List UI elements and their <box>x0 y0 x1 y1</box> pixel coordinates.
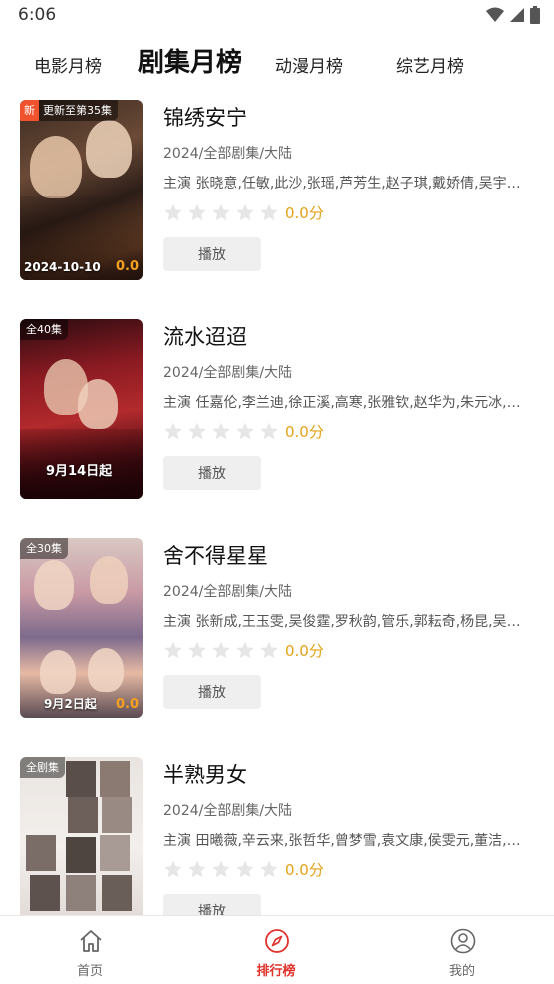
episode-badge: 全30集 <box>26 542 62 555</box>
rating-stars <box>163 859 279 879</box>
rating-stars <box>163 421 279 441</box>
rating-stars <box>163 640 279 660</box>
poster-date: 2024-10-10 <box>24 260 101 274</box>
item-title[interactable]: 舍不得星星 <box>163 540 268 570</box>
poster-image[interactable]: 全30集 9月2日起 0.0 <box>20 538 143 718</box>
item-score: 0.0分 <box>285 861 324 879</box>
star-icon <box>164 422 182 440</box>
screen: 6:06 电影月榜 剧集月榜 动漫月榜 综艺月榜 新 更新至第35集 2024-… <box>0 0 554 984</box>
star-icon <box>236 422 254 440</box>
new-badge: 新 <box>20 100 39 121</box>
poster-image[interactable]: 全40集 9月14日起 <box>20 319 143 499</box>
rating-stars <box>163 202 279 222</box>
nav-profile[interactable]: 我的 <box>402 916 522 984</box>
compass-icon <box>265 929 289 953</box>
star-icon <box>236 860 254 878</box>
star-icon <box>188 860 206 878</box>
nav-ranking[interactable]: 排行榜 <box>216 916 336 984</box>
tab-anime-monthly[interactable]: 动漫月榜 <box>275 42 343 86</box>
item-title[interactable]: 锦绣安宁 <box>163 102 247 132</box>
poster-date: 9月14日起 <box>46 464 113 479</box>
poster-score: 0.0 <box>115 259 139 274</box>
status-time: 6:06 <box>18 5 57 25</box>
nav-profile-label: 我的 <box>448 964 475 979</box>
item-score: 0.0分 <box>285 642 324 660</box>
item-meta: 2024/全部剧集/大陆 <box>163 146 293 162</box>
poster-badge: 全剧集 <box>20 757 65 778</box>
poster-badge: 全40集 <box>20 319 68 340</box>
list-item[interactable]: 全剧集 半熟男女 2024/全部剧集/大陆 主演 田曦薇,辛云来,张哲华,曾梦雪… <box>0 755 554 937</box>
episode-badge: 更新至第35集 <box>43 104 112 117</box>
nav-home-label: 首页 <box>76 964 103 979</box>
star-icon <box>212 860 230 878</box>
star-icon <box>188 641 206 659</box>
status-icons <box>486 6 540 24</box>
tab-movie-monthly[interactable]: 电影月榜 <box>34 42 102 86</box>
poster-score: 0.0 <box>115 697 139 712</box>
play-button[interactable]: 播放 <box>163 456 261 490</box>
star-icon <box>260 860 278 878</box>
item-title[interactable]: 半熟男女 <box>163 759 247 789</box>
list-item[interactable]: 新 更新至第35集 2024-10-10 0.0 锦绣安宁 2024/全部剧集/… <box>0 98 554 280</box>
item-cast: 主演 任嘉伦,李兰迪,徐正溪,高寒,张雅钦,赵华为,朱元冰,… <box>163 395 521 411</box>
star-icon <box>260 422 278 440</box>
status-bar: 6:06 <box>0 0 554 30</box>
item-cast: 主演 田曦薇,辛云来,张哲华,曾梦雪,袁文康,侯雯元,董洁,… <box>163 833 521 849</box>
list-item[interactable]: 全40集 9月14日起 流水迢迢 2024/全部剧集/大陆 主演 任嘉伦,李兰迪… <box>0 317 554 499</box>
episode-badge: 全剧集 <box>26 761 59 774</box>
play-button[interactable]: 播放 <box>163 675 261 709</box>
star-icon <box>212 422 230 440</box>
play-button[interactable]: 播放 <box>163 237 261 271</box>
battery-icon <box>530 6 540 24</box>
star-icon <box>260 203 278 221</box>
item-meta: 2024/全部剧集/大陆 <box>163 803 293 819</box>
star-icon <box>164 203 182 221</box>
chart-tabs: 电影月榜 剧集月榜 动漫月榜 综艺月榜 <box>0 38 554 82</box>
poster-date: 9月2日起 <box>44 697 97 711</box>
star-icon <box>164 860 182 878</box>
poster-badge: 全30集 <box>20 538 68 559</box>
home-icon <box>80 930 102 952</box>
item-cast: 主演 张新成,王玉雯,吴俊霆,罗秋韵,管乐,郭耘奇,杨昆,吴… <box>163 614 521 630</box>
item-score: 0.0分 <box>285 204 324 222</box>
list-item[interactable]: 全30集 9月2日起 0.0 舍不得星星 2024/全部剧集/大陆 主演 张新成… <box>0 536 554 718</box>
item-score: 0.0分 <box>285 423 324 441</box>
nav-ranking-label: 排行榜 <box>256 964 296 979</box>
star-icon <box>164 641 182 659</box>
star-icon <box>212 203 230 221</box>
star-icon <box>212 641 230 659</box>
star-icon <box>236 641 254 659</box>
poster-badge: 新 更新至第35集 <box>20 100 118 121</box>
tab-series-monthly[interactable]: 剧集月榜 <box>138 38 242 82</box>
star-icon <box>188 203 206 221</box>
item-title[interactable]: 流水迢迢 <box>163 321 247 351</box>
signal-icon <box>510 8 524 22</box>
user-icon <box>450 928 476 954</box>
item-cast: 主演 张晓意,任敏,此沙,张瑶,芦芳生,赵子琪,戴娇倩,吴宇… <box>163 176 521 192</box>
poster-image[interactable]: 新 更新至第35集 2024-10-10 0.0 <box>20 100 143 280</box>
item-meta: 2024/全部剧集/大陆 <box>163 584 293 600</box>
tab-variety-monthly[interactable]: 综艺月榜 <box>396 42 464 86</box>
nav-home[interactable]: 首页 <box>30 916 150 984</box>
item-meta: 2024/全部剧集/大陆 <box>163 365 293 381</box>
star-icon <box>236 203 254 221</box>
wifi-icon <box>486 7 504 22</box>
bottom-navigation: 首页 排行榜 我的 <box>0 915 554 984</box>
star-icon <box>260 641 278 659</box>
star-icon <box>188 422 206 440</box>
episode-badge: 全40集 <box>26 323 62 336</box>
poster-image[interactable]: 全剧集 <box>20 757 143 937</box>
